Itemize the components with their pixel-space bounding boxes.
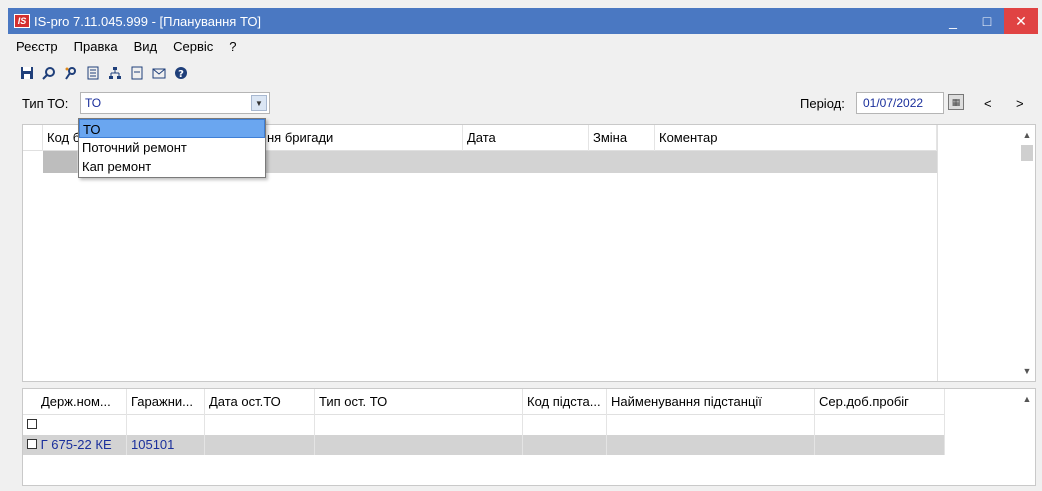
column-divider <box>937 125 938 381</box>
vehicle-grid[interactable]: Держ.ном... Гаражни... Дата ост.ТО Тип о… <box>22 388 1036 486</box>
table-cell <box>315 415 523 435</box>
scroll-up-icon[interactable]: ▲ <box>1019 127 1035 143</box>
table-cell <box>607 435 815 455</box>
table-cell <box>315 435 523 455</box>
scroll-down-icon[interactable]: ▼ <box>1019 363 1035 379</box>
table-cell <box>205 435 315 455</box>
window-controls: _ □ ✕ <box>936 8 1038 34</box>
table-cell <box>523 415 607 435</box>
minimize-button[interactable]: _ <box>936 8 970 34</box>
dropdown-option-current-repair[interactable]: Поточний ремонт <box>79 138 265 157</box>
table-cell <box>815 415 945 435</box>
app-logo-icon: IS <box>14 14 30 28</box>
chevron-down-icon[interactable]: ▼ <box>251 95 267 111</box>
type-select[interactable]: ТО ▼ <box>80 92 270 114</box>
menu-service[interactable]: Сервіс <box>165 39 221 54</box>
table-cell <box>523 435 607 455</box>
hierarchy-icon[interactable] <box>106 64 124 82</box>
tools-icon[interactable] <box>62 64 80 82</box>
table-row[interactable] <box>23 415 945 435</box>
window-title: IS-pro 7.11.045.999 - [Планування ТО] <box>34 13 262 29</box>
document-icon[interactable] <box>128 64 146 82</box>
column-header-substation-code[interactable]: Код підста... <box>523 389 607 415</box>
menu-view[interactable]: Вид <box>126 39 166 54</box>
menu-registry[interactable]: Реєстр <box>8 39 66 54</box>
table-cell <box>127 415 205 435</box>
row-marker-column <box>23 125 43 151</box>
column-header-plate[interactable]: Держ.ном... <box>23 389 127 415</box>
close-button[interactable]: ✕ <box>1004 8 1038 34</box>
next-period-button[interactable]: > <box>1016 96 1024 111</box>
plate-number: Г 675-22 КЕ <box>40 437 112 452</box>
search-icon[interactable] <box>40 64 58 82</box>
dropdown-option-to[interactable]: ТО <box>79 119 265 138</box>
help-icon[interactable]: ? <box>172 64 190 82</box>
vertical-scrollbar[interactable]: ▲ ▼ <box>1019 125 1035 381</box>
garage-number-cell: 105101 <box>127 435 205 455</box>
period-input[interactable]: 01/07/2022 <box>856 92 944 114</box>
column-header-avg-mileage[interactable]: Сер.доб.пробіг <box>815 389 945 415</box>
column-header-date[interactable]: Дата <box>463 125 589 151</box>
type-select-value: ТО <box>85 96 102 110</box>
calendar-icon[interactable]: ▦ <box>948 94 964 110</box>
title-bar: IS IS-pro 7.11.045.999 - [Планування ТО]… <box>8 8 1038 34</box>
type-dropdown-list[interactable]: ТО Поточний ремонт Кап ремонт <box>78 118 266 178</box>
row-checkbox[interactable] <box>27 419 37 429</box>
mail-icon[interactable] <box>150 64 168 82</box>
column-header-comment[interactable]: Коментар <box>655 125 937 151</box>
table-cell <box>607 415 815 435</box>
menu-bar: Реєстр Правка Вид Сервіс ? <box>8 34 1038 58</box>
scroll-thumb[interactable] <box>1021 145 1033 161</box>
table-cell <box>205 415 315 435</box>
filter-bar: Тип ТО: ТО ▼ Період: 01/07/2022 ▦ < > <box>8 90 1038 118</box>
vertical-scrollbar[interactable]: ▲ <box>1019 389 1035 485</box>
column-header-substation-name[interactable]: Найменування підстанції <box>607 389 815 415</box>
vehicle-grid-header: Держ.ном... Гаражни... Дата ост.ТО Тип о… <box>23 389 945 415</box>
menu-edit[interactable]: Правка <box>66 39 126 54</box>
table-row[interactable]: Г 675-22 КЕ 105101 <box>23 435 945 455</box>
toolbar: ? <box>8 58 1038 88</box>
maximize-button[interactable]: □ <box>970 8 1004 34</box>
save-icon[interactable] <box>18 64 36 82</box>
column-header-shift[interactable]: Зміна <box>589 125 655 151</box>
plate-cell[interactable]: Г 675-22 КЕ <box>23 435 127 455</box>
svg-text:?: ? <box>178 69 184 80</box>
selected-cell[interactable] <box>43 151 77 173</box>
type-label: Тип ТО: <box>22 96 69 111</box>
menu-help[interactable]: ? <box>221 39 244 54</box>
prev-period-button[interactable]: < <box>984 96 992 111</box>
row-checkbox-cell[interactable] <box>23 415 127 435</box>
column-header-garage[interactable]: Гаражни... <box>127 389 205 415</box>
report-icon[interactable] <box>84 64 102 82</box>
column-header-last-to-type[interactable]: Тип ост. ТО <box>315 389 523 415</box>
column-header-last-to-date[interactable]: Дата ост.ТО <box>205 389 315 415</box>
row-checkbox[interactable] <box>27 439 37 449</box>
table-cell <box>815 435 945 455</box>
scroll-up-icon[interactable]: ▲ <box>1019 391 1035 407</box>
dropdown-option-capital-repair[interactable]: Кап ремонт <box>79 157 265 176</box>
period-label: Період: <box>800 96 845 111</box>
